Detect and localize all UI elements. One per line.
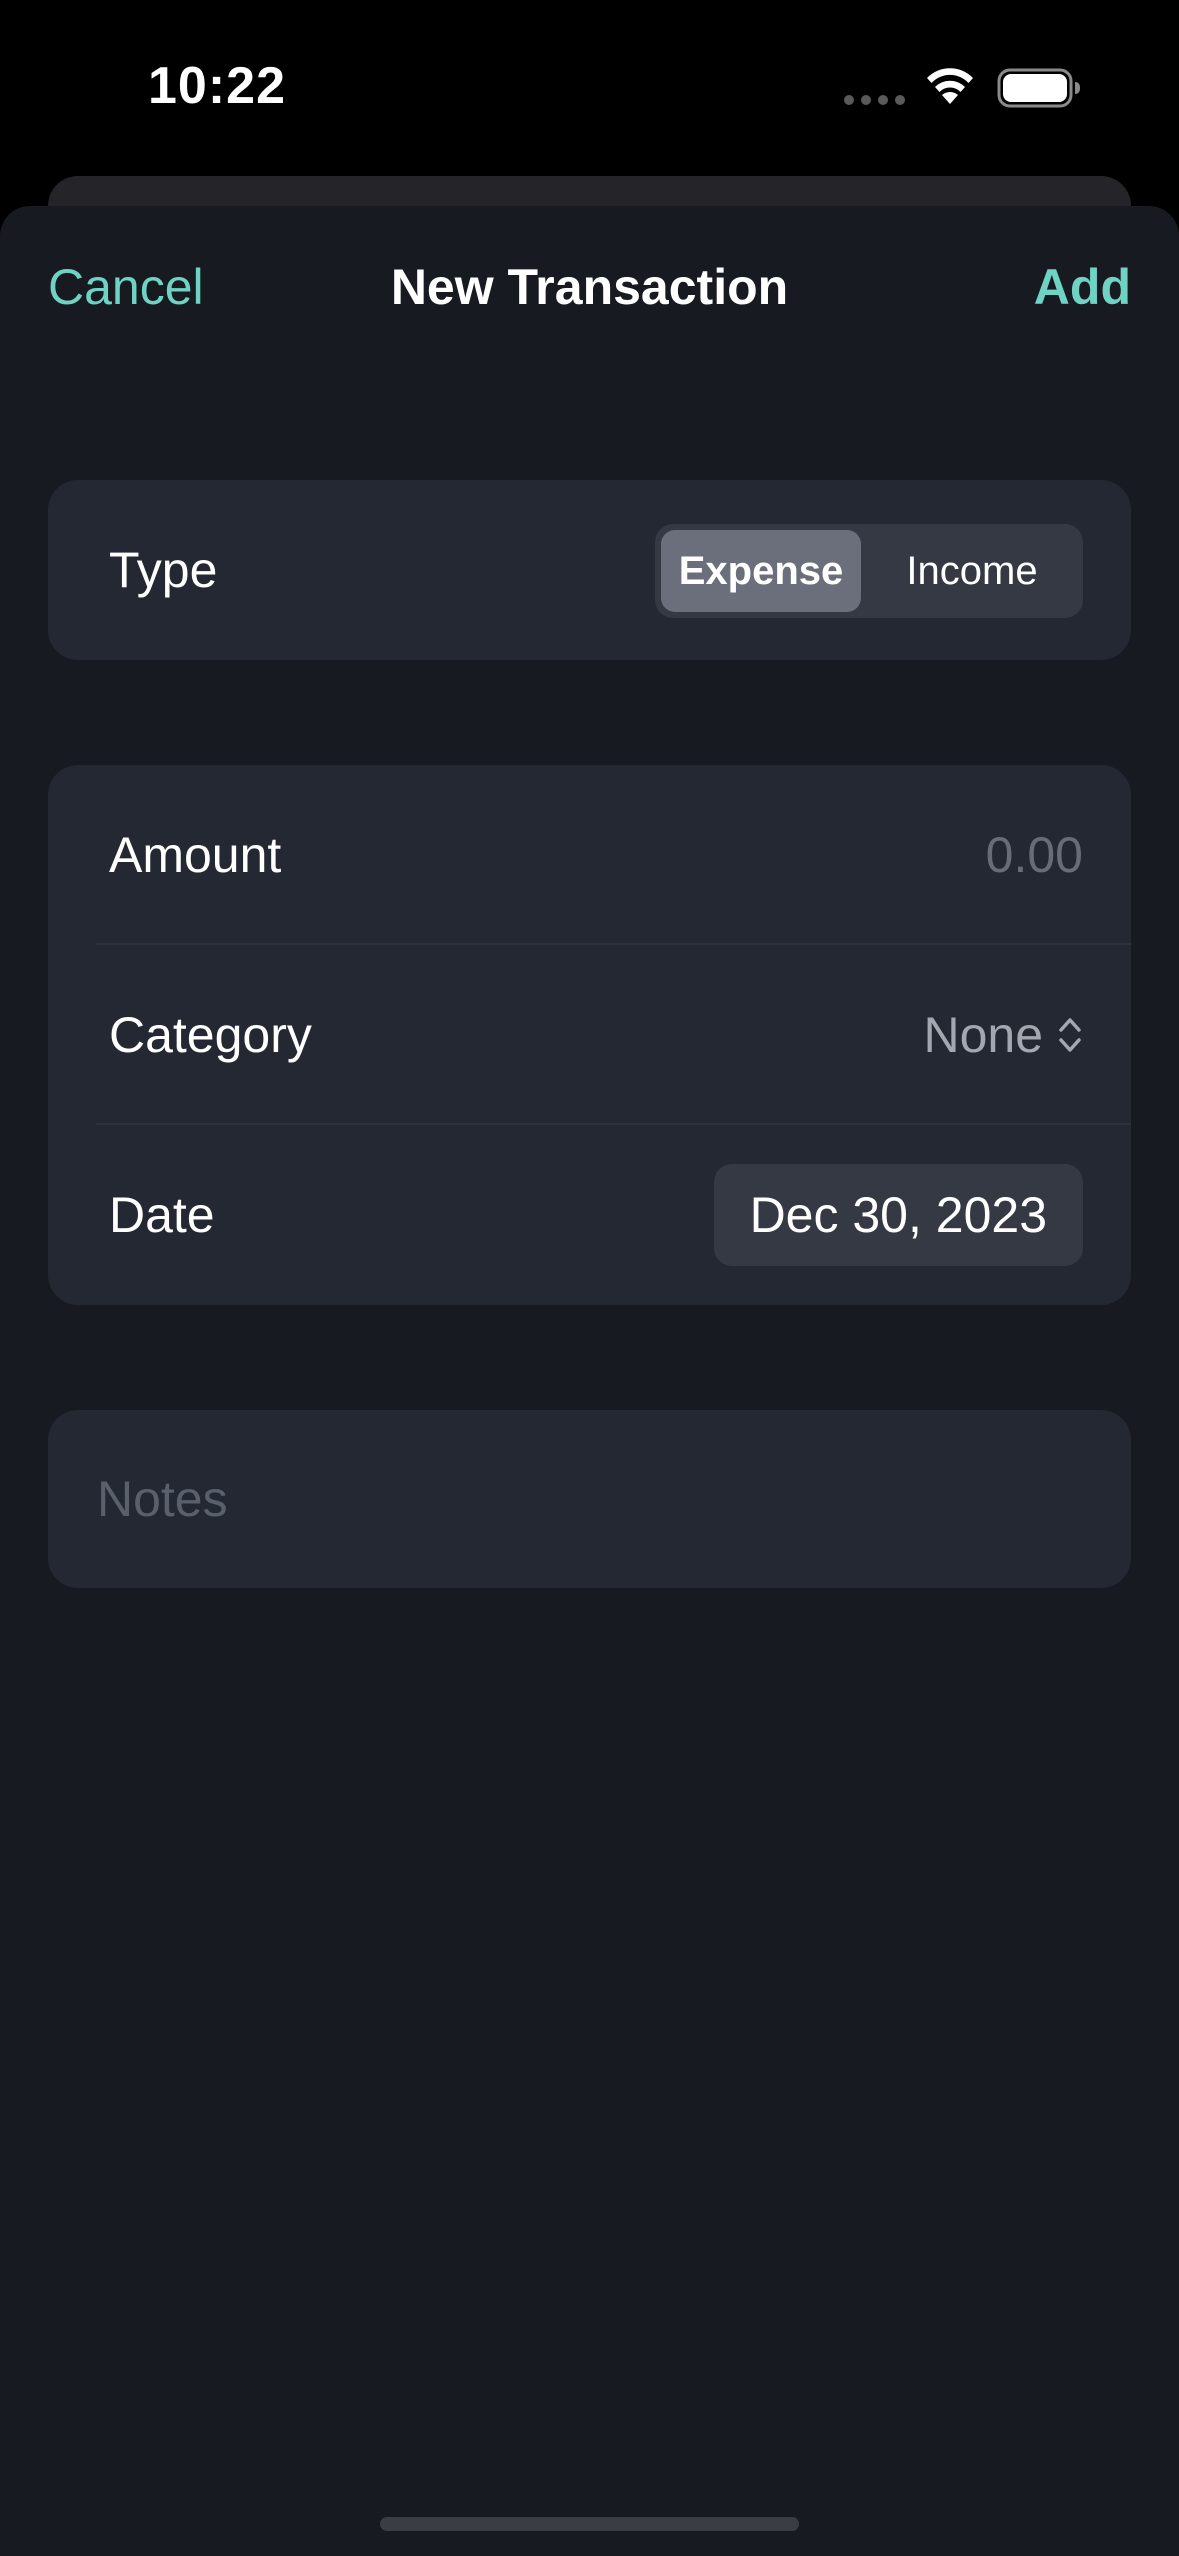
add-button[interactable]: Add <box>1034 258 1131 316</box>
status-time: 10:22 <box>148 57 286 115</box>
notes-field[interactable] <box>48 1410 1131 1588</box>
cellular-signal-icon <box>844 95 905 105</box>
amount-input[interactable] <box>683 826 1083 884</box>
chevron-up-down-icon <box>1059 1018 1081 1052</box>
category-label: Category <box>109 1007 312 1063</box>
type-label: Type <box>109 542 218 598</box>
type-segmented-control: Expense Income <box>655 524 1083 618</box>
category-picker[interactable]: None <box>923 1006 1083 1064</box>
segment-expense[interactable]: Expense <box>661 530 861 612</box>
category-row: Category None <box>48 945 1131 1125</box>
amount-label: Amount <box>109 827 282 883</box>
type-card: Type Expense Income <box>48 480 1131 660</box>
home-indicator[interactable] <box>380 2517 799 2531</box>
type-row: Type Expense Income <box>48 480 1131 660</box>
screen: 10:22 Cancel New Transaction Add Type Ex… <box>0 0 1179 2556</box>
wifi-icon <box>927 68 973 104</box>
date-picker-button[interactable]: Dec 30, 2023 <box>713 1164 1083 1266</box>
battery-icon <box>997 68 1080 108</box>
date-row: Date Dec 30, 2023 <box>48 1125 1131 1305</box>
details-card: Amount Category None Date Dec 30, 2023 <box>48 765 1131 1305</box>
date-label: Date <box>109 1187 215 1243</box>
category-value: None <box>923 1007 1043 1063</box>
cancel-button[interactable]: Cancel <box>48 258 204 316</box>
segment-income[interactable]: Income <box>867 530 1077 612</box>
amount-row: Amount <box>48 765 1131 945</box>
